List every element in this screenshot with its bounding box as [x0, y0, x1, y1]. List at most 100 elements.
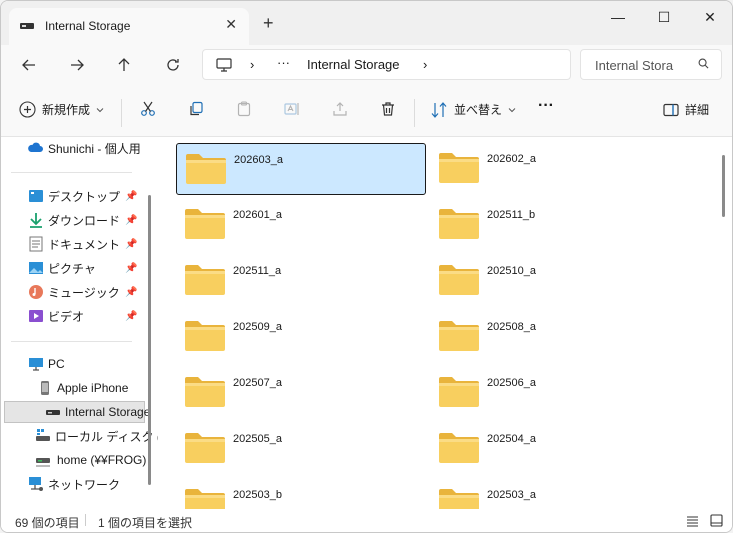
tab-close-icon[interactable]: ✕	[225, 16, 237, 33]
copy-button[interactable]	[188, 101, 204, 117]
folder-icon	[439, 209, 479, 239]
folder-tile[interactable]: 202505_a	[176, 423, 426, 475]
folder-name: 202503_b	[233, 489, 282, 501]
paste-button[interactable]	[236, 101, 252, 117]
breadcrumb-ellipsis[interactable]: ···	[277, 55, 290, 70]
search-icon	[698, 58, 709, 69]
folder-tile[interactable]: 202509_a	[176, 311, 426, 363]
network-drive-icon	[36, 458, 50, 467]
breadcrumb-separator[interactable]: ›	[250, 57, 254, 72]
content-scrollbar[interactable]	[722, 155, 725, 217]
folder-name: 202506_a	[487, 377, 536, 389]
sidebar-item-pictures[interactable]: ピクチャ 📌	[1, 257, 146, 279]
folder-tile[interactable]: 202602_a	[430, 143, 680, 195]
folder-tile[interactable]: 202503_b	[176, 479, 426, 509]
share-button[interactable]	[332, 101, 348, 117]
search-box[interactable]: Internal Stora	[580, 49, 722, 80]
folder-tile[interactable]: 202503_a	[430, 479, 680, 509]
chevron-down-icon	[508, 107, 516, 112]
scissors-icon	[141, 101, 155, 116]
sidebar-item-label: ピクチャ	[48, 261, 96, 276]
folder-name: 202509_a	[233, 321, 282, 333]
sidebar-item-internal-storage[interactable]: Internal Storage	[4, 401, 150, 423]
address-bar[interactable]: › ··· Internal Storage ›	[202, 49, 571, 80]
large-icons-view-icon[interactable]	[710, 514, 723, 527]
folder-tile[interactable]: 202510_a	[430, 255, 680, 307]
rename-button[interactable]	[284, 101, 300, 117]
more-options-button[interactable]: ···	[538, 97, 554, 115]
pin-icon: 📌	[125, 262, 138, 274]
folder-icon	[185, 377, 225, 407]
new-label: 新規作成	[42, 103, 91, 117]
chevron-down-icon	[96, 107, 104, 112]
toolbar-divider	[414, 99, 415, 127]
sidebar-item-local-disk[interactable]: ローカル ディスク (C	[1, 425, 158, 447]
new-tab-button[interactable]: +	[263, 14, 274, 32]
status-divider	[85, 514, 86, 526]
sidebar-item-label: ローカル ディスク (C	[55, 429, 158, 444]
pin-icon: 📌	[125, 286, 138, 298]
arrow-right-icon	[71, 59, 84, 71]
refresh-button[interactable]	[159, 53, 187, 77]
details-button[interactable]: 詳細	[663, 101, 709, 118]
back-button[interactable]	[15, 53, 43, 77]
plus-circle-icon	[19, 101, 36, 118]
close-button[interactable]: ✕	[687, 1, 732, 33]
sidebar-scrollbar[interactable]	[148, 195, 151, 485]
sidebar-item-label: ドキュメント	[48, 237, 121, 252]
trash-icon	[382, 102, 394, 116]
folder-tile[interactable]: 202506_a	[430, 367, 680, 419]
breadcrumb-separator-end[interactable]: ›	[423, 57, 427, 72]
folder-tile[interactable]: 202508_a	[430, 311, 680, 363]
breadcrumb-current[interactable]: Internal Storage	[307, 57, 400, 72]
folder-tile[interactable]: 202507_a	[176, 367, 426, 419]
toolbar-divider	[121, 99, 122, 127]
forward-button[interactable]	[63, 53, 91, 77]
sidebar-item-iphone[interactable]: Apple iPhone	[1, 377, 146, 399]
sidebar-item-label: PC	[48, 357, 65, 371]
copy-icon	[190, 101, 203, 116]
new-button[interactable]: 新規作成	[19, 101, 104, 118]
sidebar-item-pc[interactable]: PC	[1, 353, 146, 375]
monitor-icon	[216, 58, 232, 72]
selection-count: 1 個の項目を選択	[98, 516, 193, 530]
folder-icon	[439, 433, 479, 463]
sidebar-item-documents[interactable]: ドキュメント 📌	[1, 233, 146, 255]
pc-icon	[29, 358, 43, 371]
folder-tile[interactable]: 202504_a	[430, 423, 680, 475]
details-view-icon[interactable]	[686, 515, 699, 527]
sidebar-item-music[interactable]: ミュージック 📌	[1, 281, 146, 303]
cut-button[interactable]	[140, 101, 156, 117]
tab-internal-storage[interactable]: Internal Storage ✕	[9, 8, 249, 45]
search-input[interactable]: Internal Stora	[595, 58, 673, 73]
folder-icon	[185, 433, 225, 463]
folder-tile[interactable]: 202511_b	[430, 199, 680, 251]
sidebar-item-downloads[interactable]: ダウンロード 📌	[1, 209, 146, 231]
sidebar-item-videos[interactable]: ビデオ 📌	[1, 305, 146, 327]
rename-icon	[284, 103, 299, 115]
sidebar-item-network[interactable]: ネットワーク	[1, 473, 146, 495]
folder-tile[interactable]: 202511_a	[176, 255, 426, 307]
folder-name: 202503_a	[487, 489, 536, 501]
navigation-pane: Shunichi - 個人用 デスクトップ 📌 ダウンロード 📌 ドキュメント …	[1, 137, 158, 509]
folder-icon	[439, 265, 479, 295]
folder-tile[interactable]: 202603_a	[176, 143, 426, 195]
item-count: 69 個の項目	[15, 516, 80, 530]
details-label: 詳細	[685, 103, 710, 117]
folder-name: 202510_a	[487, 265, 536, 277]
sidebar-item-onedrive[interactable]: Shunichi - 個人用	[1, 137, 146, 159]
up-button[interactable]	[110, 53, 138, 77]
delete-button[interactable]	[380, 101, 396, 117]
sidebar-item-label: Apple iPhone	[57, 381, 129, 395]
navigation-bar: › ··· Internal Storage › Internal Stora	[1, 45, 732, 85]
sidebar-item-label: デスクトップ	[48, 189, 121, 204]
minimize-button[interactable]: —	[595, 1, 641, 33]
command-bar: 新規作成 並べ替え ··· 詳細	[1, 85, 732, 137]
sidebar-item-home-network-drive[interactable]: home (¥¥FROG)	[1, 449, 146, 471]
folder-tile[interactable]: 202601_a	[176, 199, 426, 251]
sidebar-item-desktop[interactable]: デスクトップ 📌	[1, 185, 146, 207]
sort-button[interactable]: 並べ替え	[431, 101, 516, 118]
documents-icon	[29, 236, 43, 252]
sidebar-item-label: Internal Storage	[65, 405, 151, 419]
maximize-button[interactable]: ☐	[641, 1, 687, 33]
